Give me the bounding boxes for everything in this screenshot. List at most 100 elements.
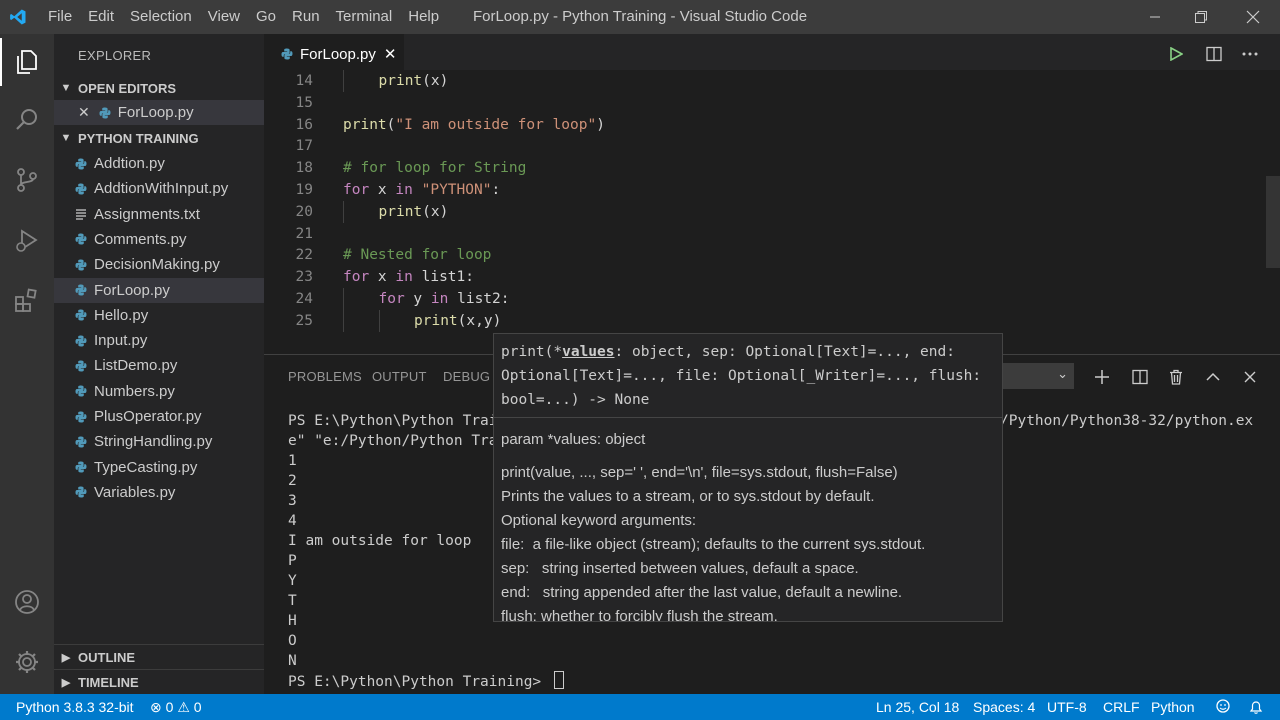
python-interpreter[interactable]: Python 3.8.3 32-bit xyxy=(16,694,134,720)
menu-file[interactable]: File xyxy=(40,0,80,34)
file-item[interactable]: ForLoop.py xyxy=(54,277,264,303)
file-name: TypeCasting.py xyxy=(94,458,198,476)
menu-terminal[interactable]: Terminal xyxy=(328,0,401,34)
python-training-section[interactable]: ▼ PYTHON TRAINING xyxy=(54,126,264,150)
file-item[interactable]: Hello.py xyxy=(54,303,264,328)
trash-icon[interactable] xyxy=(1161,363,1191,391)
language-mode[interactable]: Python xyxy=(1151,694,1195,720)
editor-scrollbar[interactable] xyxy=(1266,176,1280,268)
file-item[interactable]: TypeCasting.py xyxy=(54,455,264,480)
tab-output[interactable]: OUTPUT xyxy=(372,369,427,384)
file-item[interactable]: Addtion.py xyxy=(54,151,264,176)
code-editor[interactable]: 14 print(x) 15 16 print("I am outside for lo… xyxy=(264,70,1280,354)
line-number: 25 xyxy=(295,312,313,329)
problems-count[interactable]: ⊗ 0 ⚠ 0 xyxy=(150,694,202,720)
code-token: (x,y) xyxy=(457,312,502,329)
indent-guide xyxy=(343,309,344,332)
close-panel-icon[interactable] xyxy=(1235,363,1265,391)
tab-forloop[interactable]: ForLoop.py ✕ xyxy=(264,34,404,74)
menu-selection[interactable]: Selection xyxy=(122,0,200,34)
menu-run[interactable]: Run xyxy=(284,0,328,34)
feedback-icon[interactable] xyxy=(1214,694,1232,720)
open-editor-filename: ForLoop.py xyxy=(117,104,194,121)
file-item[interactable]: PlusOperator.py xyxy=(54,404,264,429)
maximize-panel-icon[interactable] xyxy=(1198,363,1228,391)
file-item[interactable]: AddtionWithInput.py xyxy=(54,176,264,201)
file-name: Hello.py xyxy=(94,306,149,324)
tab-problems[interactable]: PROBLEMS xyxy=(288,369,362,384)
python-file-icon xyxy=(74,258,88,272)
line-number: 23 xyxy=(295,269,313,286)
notifications-icon[interactable] xyxy=(1248,694,1264,720)
menu-help[interactable]: Help xyxy=(400,0,447,34)
file-item[interactable]: Numbers.py xyxy=(54,379,264,404)
terminal-line-fragment: /Python/Python38-32/python.ex xyxy=(1000,413,1254,429)
file-item[interactable]: Input.py xyxy=(54,328,264,353)
outline-section[interactable]: ▶ OUTLINE xyxy=(54,645,264,669)
doc-line: Optional keyword arguments: xyxy=(501,512,697,529)
source-control-icon[interactable] xyxy=(0,156,54,204)
code-token: x xyxy=(369,269,396,286)
line-code: for x in "PYTHON": xyxy=(343,179,500,201)
open-editors-section[interactable]: ▼ OPEN EDITORS xyxy=(54,76,264,100)
file-item[interactable]: ListDemo.py xyxy=(54,353,264,378)
terminal-text: 4 xyxy=(288,513,297,529)
close-window-icon[interactable] xyxy=(1230,0,1276,34)
close-icon[interactable]: ✕ xyxy=(78,104,90,121)
run-file-icon[interactable] xyxy=(1159,37,1193,71)
line-code: # Nested for loop xyxy=(343,244,491,266)
settings-gear-icon[interactable] xyxy=(0,638,54,686)
menu-edit[interactable]: Edit xyxy=(80,0,122,34)
chevron-down-icon: ▼ xyxy=(60,82,72,94)
file-item[interactable]: Assignments.txt xyxy=(54,202,264,227)
activity-bar xyxy=(0,34,54,694)
restore-icon[interactable] xyxy=(1178,0,1224,34)
terminal-line: N xyxy=(288,651,1268,671)
explorer-icon[interactable] xyxy=(0,38,54,86)
title-bar: File Edit Selection View Go Run Terminal Help F… xyxy=(0,0,1280,34)
search-icon[interactable] xyxy=(0,96,54,144)
menu-go[interactable]: Go xyxy=(248,0,284,34)
cursor-position[interactable]: Ln 25, Col 18 xyxy=(876,694,959,720)
explorer-sidebar: EXPLORER ▼ OPEN EDITORS ✕ ForLoop.py ▼ P… xyxy=(54,34,264,694)
terminal-line: PS E:\Python\Python Training> xyxy=(288,671,1268,691)
timeline-section[interactable]: ▶ TIMELINE xyxy=(54,670,264,694)
more-actions-icon[interactable] xyxy=(1233,37,1267,71)
file-item[interactable]: StringHandling.py xyxy=(54,429,264,454)
indentation[interactable]: Spaces: 4 xyxy=(973,694,1035,720)
file-item[interactable]: Variables.py xyxy=(54,480,264,505)
line-code: print(x,y) xyxy=(414,310,501,332)
doc-line: end: string appended after the last valu… xyxy=(501,584,903,601)
line-endings[interactable]: CRLF xyxy=(1103,694,1140,720)
file-item[interactable]: Comments.py xyxy=(54,227,264,252)
terminal-select[interactable]: ⌄ xyxy=(1000,363,1074,389)
menu-view[interactable]: View xyxy=(200,0,248,34)
editor-tab-bar: ForLoop.py ✕ xyxy=(264,34,1280,74)
sidebar-title: EXPLORER xyxy=(78,48,152,63)
project-label: PYTHON TRAINING xyxy=(78,130,199,146)
terminal-text: H xyxy=(288,613,297,629)
code-token: # Nested for loop xyxy=(343,247,492,264)
terminal-text: Y xyxy=(288,573,297,589)
close-tab-icon[interactable]: ✕ xyxy=(384,45,397,63)
indent-guide xyxy=(343,200,344,223)
code-token: : xyxy=(491,182,501,198)
sig-line1-rest: : object, sep: Optional[Text]=..., end: xyxy=(614,344,955,360)
extensions-icon[interactable] xyxy=(0,276,54,324)
minimize-icon[interactable] xyxy=(1132,0,1178,34)
python-file-icon xyxy=(74,485,88,499)
new-terminal-icon[interactable] xyxy=(1087,363,1117,391)
split-editor-icon[interactable] xyxy=(1197,37,1231,71)
accounts-icon[interactable] xyxy=(0,578,54,626)
open-editor-item[interactable]: ✕ ForLoop.py xyxy=(54,100,264,125)
code-token: print xyxy=(378,203,423,220)
encoding[interactable]: UTF-8 xyxy=(1047,694,1087,720)
code-token: x xyxy=(369,182,396,198)
terminal-line: O xyxy=(288,631,1268,651)
terminal-cursor xyxy=(553,671,564,689)
run-debug-icon[interactable] xyxy=(0,216,54,264)
outline-label: OUTLINE xyxy=(78,649,136,665)
split-terminal-icon[interactable] xyxy=(1125,363,1155,391)
tab-label: ForLoop.py xyxy=(300,45,376,63)
file-item[interactable]: DecisionMaking.py xyxy=(54,252,264,277)
